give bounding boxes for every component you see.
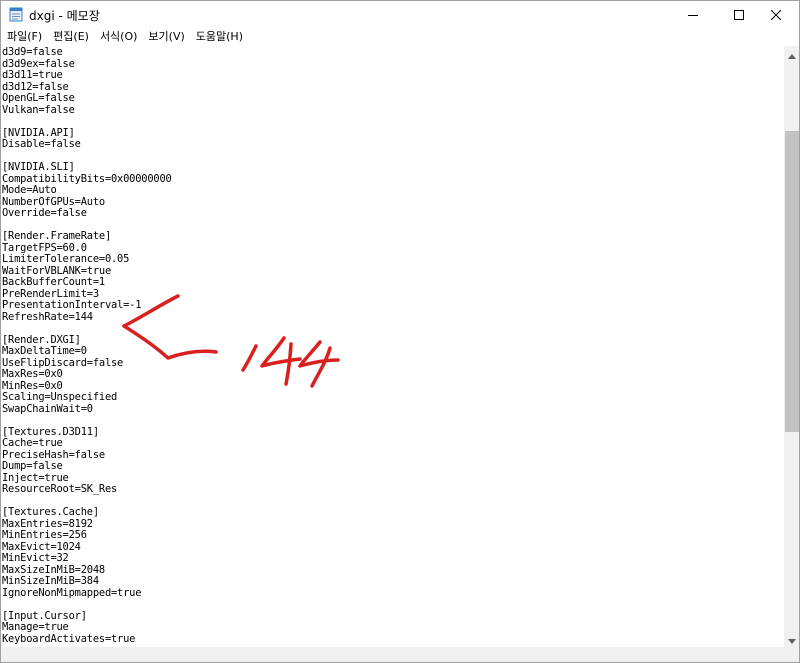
menu-format[interactable]: 서식(O) [94, 28, 142, 46]
chevron-down-icon [788, 631, 796, 649]
text-line: BackBufferCount=1 [2, 276, 105, 288]
menu-edit[interactable]: 편집(E) [47, 28, 94, 46]
scroll-up-button[interactable] [784, 46, 799, 64]
menu-bar: 파일(F) 편집(E) 서식(O) 보기(V) 도움말(H) [1, 28, 799, 46]
text-line: [NVIDIA.SLI] [2, 161, 75, 173]
close-button[interactable] [753, 1, 799, 28]
vertical-scrollbar[interactable] [784, 46, 799, 649]
title-bar[interactable]: dxgi - 메모장 [1, 1, 799, 28]
text-line: [Render.FrameRate] [2, 230, 112, 242]
text-line: d3d11=true [2, 69, 63, 81]
chevron-up-icon [788, 46, 796, 64]
notepad-icon [9, 7, 23, 22]
minimize-icon [688, 10, 698, 20]
text-editor-area[interactable]: d3d9=false d3d9ex=false d3d11=true d3d12=fa… [1, 46, 784, 646]
maximize-icon [734, 9, 744, 20]
text-line: OpenGL=false [2, 92, 75, 104]
text-line: Scaling=Unspecified [2, 391, 118, 403]
text-line: PresentationInterval=-1 [2, 299, 142, 311]
text-line: Dump=false [2, 460, 63, 472]
text-line: LimiterTolerance=0.05 [2, 253, 130, 265]
menu-file[interactable]: 파일(F) [1, 28, 47, 46]
text-line: KeyboardActivates=true [2, 632, 136, 645]
text-line: Disable=false [2, 138, 81, 150]
text-line: Mode=Auto [2, 184, 57, 196]
text-line: SwapChainWait=0 [2, 402, 93, 415]
text-line: MinSizeInMiB=384 [2, 575, 99, 587]
text-line: Vulkan=false [2, 103, 75, 116]
text-line: [Textures.Cache] [2, 506, 99, 518]
text-line: MaxRes=0x0 [2, 368, 63, 380]
text-line: ResourceRoot=SK_Res [2, 483, 118, 495]
text-line: d3d9=false [2, 46, 63, 58]
text-line: MinEvict=32 [2, 552, 69, 564]
minimize-button[interactable] [670, 1, 716, 28]
window-title: dxgi - 메모장 [29, 9, 100, 23]
text-line: IgnoreNonMipmapped=true [2, 586, 142, 599]
text-line: Manage=true [2, 621, 69, 633]
vertical-scroll-thumb[interactable] [785, 131, 799, 433]
text-line: Cache=true [2, 437, 63, 449]
notepad-window: dxgi - 메모장 파일(F) 편집(E) 서식(O) 보기(V) 도움말(H… [0, 0, 800, 663]
menu-view[interactable]: 보기(V) [142, 28, 189, 46]
scroll-down-button[interactable] [784, 631, 799, 649]
menu-help[interactable]: 도움말(H) [190, 28, 248, 46]
scrollbar-corner [784, 647, 799, 662]
text-line: RefreshRate=144 [2, 310, 93, 323]
text-line: MinEntries=256 [2, 529, 87, 541]
text-line: MaxDeltaTime=0 [2, 345, 87, 357]
close-icon [771, 9, 781, 20]
horizontal-scrollbar[interactable] [1, 647, 784, 662]
text-line: Override=false [2, 207, 87, 219]
